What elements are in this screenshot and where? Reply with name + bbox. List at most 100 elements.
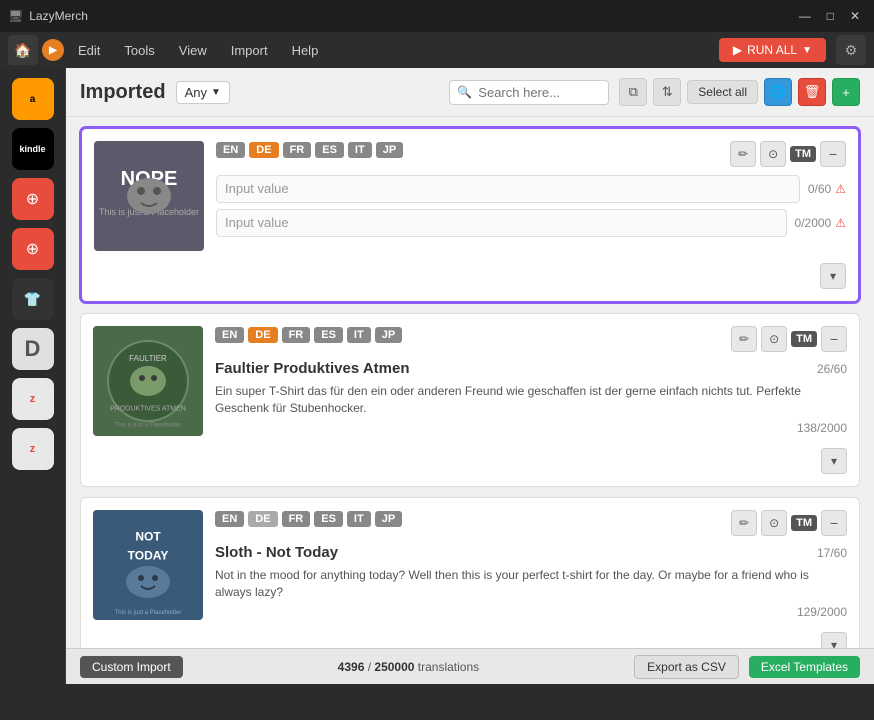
sidebar-item-merch[interactable]: 👕	[12, 278, 54, 320]
copy-icon-button[interactable]: ⊙	[761, 510, 787, 536]
search-box: 🔍	[449, 80, 609, 105]
footer-translations: 4396 / 250000 translations	[193, 660, 624, 674]
sidebar-item-kindle[interactable]: kindle	[12, 128, 54, 170]
help-menu[interactable]: Help	[282, 39, 329, 62]
lang-jp-button[interactable]: JP	[375, 511, 402, 527]
view-menu[interactable]: View	[169, 39, 217, 62]
titlebar-controls: — □ ✕	[793, 7, 866, 25]
sidebar-item-amazon[interactable]: a	[12, 78, 54, 120]
remove-button[interactable]: −	[821, 326, 847, 352]
expand-section: ▾	[93, 632, 847, 648]
settings-button[interactable]: ⚙	[836, 35, 866, 65]
menubar: 🏠 ▶ Edit Tools View Import Help ▶ RUN AL…	[0, 32, 874, 68]
sidebar-item-designerino[interactable]: D	[12, 328, 54, 370]
excel-templates-button[interactable]: Excel Templates	[749, 656, 860, 678]
card-body: EN DE FR ES IT JP ✏ ⊙ TM −	[216, 141, 846, 237]
title-char-count: 17/60	[817, 546, 847, 560]
copy-button[interactable]: ⧉	[619, 78, 647, 106]
expand-button[interactable]: ▾	[821, 448, 847, 474]
run-all-label: RUN ALL	[747, 43, 797, 57]
delete-button[interactable]: 🗑	[798, 78, 826, 106]
import-menu[interactable]: Import	[221, 39, 278, 62]
remove-button[interactable]: −	[821, 510, 847, 536]
card-image: FAULTIER PRODUKTIVES ATMEN This is just …	[93, 326, 203, 436]
language-button[interactable]: 🌐	[764, 78, 792, 106]
home-button[interactable]: 🏠	[8, 35, 38, 65]
edit-icon-button[interactable]: ✏	[731, 326, 757, 352]
title-char-count: 0/60 ⚠	[808, 182, 846, 196]
lang-it-button[interactable]: IT	[347, 511, 371, 527]
tm-badge: TM	[791, 331, 817, 347]
main-layout: a kindle ⊕ ⊕ 👕 D z z	[0, 68, 874, 684]
copy-icon-button[interactable]: ⊙	[760, 141, 786, 167]
card-title: Faultier Produktives Atmen	[215, 360, 817, 377]
lang-it-button[interactable]: IT	[347, 327, 371, 343]
card-description: Not in the mood for anything today? Well…	[215, 567, 847, 619]
card-image: NOT TODAY This is just a Placeholder	[93, 510, 203, 620]
card-desc-text: Not in the mood for anything today? Well…	[215, 567, 847, 601]
header-actions: ⧉ ⇅ Select all 🌐 🗑 +	[619, 78, 860, 106]
title-row: Sloth - Not Today 17/60	[215, 544, 847, 561]
desc-char-count: 129/2000	[797, 605, 847, 619]
translations-label: translations	[418, 660, 479, 674]
edit-icon-button[interactable]: ✏	[731, 510, 757, 536]
lang-fr-button[interactable]: FR	[283, 142, 312, 158]
export-csv-button[interactable]: Export as CSV	[634, 655, 739, 679]
translations-total: 250000	[374, 660, 414, 674]
copy-icon-button[interactable]: ⊙	[761, 326, 787, 352]
lang-en-button[interactable]: EN	[215, 327, 244, 343]
title-input[interactable]: Input value	[216, 175, 800, 203]
card-desc-text: Ein super T-Shirt das für den ein oder a…	[215, 383, 847, 417]
edit-icon-button[interactable]: ✏	[730, 141, 756, 167]
sidebar-item-zazzle1[interactable]: z	[12, 378, 54, 420]
remove-button[interactable]: −	[820, 141, 846, 167]
lang-flags: EN DE FR ES IT JP	[216, 142, 403, 158]
desc-input[interactable]: Input value	[216, 209, 787, 237]
expand-button[interactable]: ▾	[820, 263, 846, 289]
expand-section: ▾	[94, 263, 846, 289]
product-card: NOT TODAY This is just a Placeholder	[80, 497, 860, 648]
lang-jp-button[interactable]: JP	[376, 142, 403, 158]
card-header-row: EN DE FR ES IT JP ✏ ⊙ TM −	[215, 326, 847, 352]
minimize-button[interactable]: —	[793, 7, 817, 25]
card-header-row: EN DE FR ES IT JP ✏ ⊙ TM −	[216, 141, 846, 167]
lang-fr-button[interactable]: FR	[282, 511, 311, 527]
lang-de-button[interactable]: DE	[248, 511, 277, 527]
lang-es-button[interactable]: ES	[314, 511, 343, 527]
lang-de-button[interactable]: DE	[248, 327, 277, 343]
select-all-button[interactable]: Select all	[687, 80, 758, 104]
card-content: NOPE This is just a Placeholder	[94, 141, 846, 251]
run-all-button[interactable]: ▶ RUN ALL ▼	[719, 38, 826, 62]
lang-de-button[interactable]: DE	[249, 142, 278, 158]
lang-es-button[interactable]: ES	[314, 327, 343, 343]
svg-text:FAULTIER: FAULTIER	[129, 354, 167, 363]
filter-dropdown[interactable]: Any ▼	[176, 81, 230, 104]
edit-menu[interactable]: Edit	[68, 39, 110, 62]
lang-fr-button[interactable]: FR	[282, 327, 311, 343]
maximize-button[interactable]: □	[821, 7, 840, 25]
svg-text:PRODUKTIVES ATMEN: PRODUKTIVES ATMEN	[110, 405, 186, 412]
filter-icon-button[interactable]: ⇅	[653, 78, 681, 106]
lang-en-button[interactable]: EN	[215, 511, 244, 527]
d-icon: D	[25, 336, 41, 362]
desc-char-count: 138/2000	[797, 421, 847, 435]
sidebar-item-redbubble1[interactable]: ⊕	[12, 178, 54, 220]
play-icon: ▶	[733, 43, 742, 57]
close-button[interactable]: ✕	[844, 7, 866, 25]
chevron-down-icon: ▼	[802, 45, 812, 56]
lang-jp-button[interactable]: JP	[375, 327, 402, 343]
expand-button[interactable]: ▾	[821, 632, 847, 648]
content-area: Imported Any ▼ 🔍 ⧉ ⇅ Select all 🌐 🗑 +	[66, 68, 874, 684]
custom-import-button[interactable]: Custom Import	[80, 656, 183, 678]
titlebar-left: 🖥 LazyMerch	[8, 9, 88, 23]
tools-menu[interactable]: Tools	[114, 39, 164, 62]
lang-it-button[interactable]: IT	[348, 142, 372, 158]
add-button[interactable]: +	[832, 78, 860, 106]
sidebar-item-zazzle2[interactable]: z	[12, 428, 54, 470]
search-input[interactable]	[449, 80, 609, 105]
filter-value: Any	[185, 85, 207, 100]
sidebar-item-redbubble2[interactable]: ⊕	[12, 228, 54, 270]
sidebar: a kindle ⊕ ⊕ 👕 D z z	[0, 68, 66, 684]
lang-es-button[interactable]: ES	[315, 142, 344, 158]
lang-en-button[interactable]: EN	[216, 142, 245, 158]
